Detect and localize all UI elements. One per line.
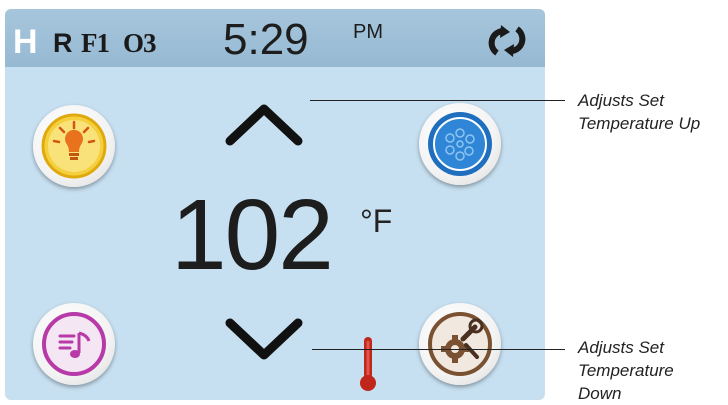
callout-up: Adjusts Set Temperature Up <box>578 89 700 135</box>
status-bar: H R F1 O3 5:29 PM <box>5 9 545 67</box>
callout-down-line3: Down <box>578 384 622 403</box>
spa-control-screen: H R F1 O3 5:29 PM 102 °F <box>5 9 545 400</box>
callout-up-line2: Temperature Up <box>578 114 701 133</box>
refresh-icon[interactable] <box>483 23 531 59</box>
jets-icon <box>428 112 492 176</box>
temperature-up-arrow[interactable] <box>223 101 305 149</box>
callout-down-line1: Adjusts Set <box>578 338 664 357</box>
callout-down-line2: Temperature <box>578 361 674 380</box>
callout-line-up <box>310 100 565 101</box>
ozone-indicator: O3 <box>123 28 157 58</box>
thermometer-icon <box>360 337 376 391</box>
heater-indicator: H <box>13 23 38 61</box>
settings-button[interactable] <box>419 303 501 385</box>
temperature-down-arrow[interactable] <box>223 315 305 363</box>
callout-down: Adjusts Set Temperature Down <box>578 336 674 405</box>
lightbulb-icon <box>41 113 107 179</box>
callout-line-down <box>312 349 565 350</box>
filter-indicator: F1 <box>81 28 110 58</box>
settings-wrench-gear-icon <box>428 312 492 376</box>
clock-ampm: PM <box>353 21 383 43</box>
light-button[interactable] <box>33 105 115 187</box>
music-button[interactable] <box>33 303 115 385</box>
temperature-unit: °F <box>360 203 393 239</box>
music-icon <box>42 312 106 376</box>
callout-up-line1: Adjusts Set <box>578 91 664 110</box>
r-indicator: R <box>53 28 73 58</box>
clock-time: 5:29 <box>223 15 309 64</box>
jets-button[interactable] <box>419 103 501 185</box>
set-temperature-value: 102 <box>171 179 334 291</box>
